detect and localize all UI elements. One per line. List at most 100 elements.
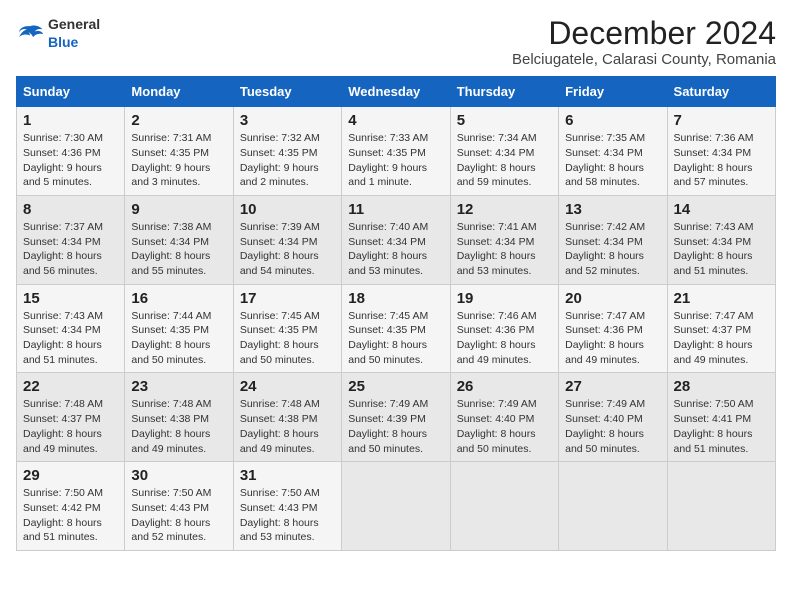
day-number: 5	[457, 112, 552, 129]
day-number: 6	[565, 112, 660, 129]
day-info: Sunrise: 7:38 AM Sunset: 4:34 PM Dayligh…	[131, 220, 226, 279]
day-info: Sunrise: 7:30 AM Sunset: 4:36 PM Dayligh…	[23, 131, 118, 190]
day-number: 17	[240, 290, 335, 307]
header-cell-monday: Monday	[125, 77, 233, 107]
day-number: 2	[131, 112, 226, 129]
calendar-cell: 21Sunrise: 7:47 AM Sunset: 4:37 PM Dayli…	[667, 284, 775, 373]
day-info: Sunrise: 7:37 AM Sunset: 4:34 PM Dayligh…	[23, 220, 118, 279]
calendar-cell: 20 Sunrise: 7:47 AM Sunset: 4:36 PM Dayli…	[559, 284, 667, 373]
calendar-cell: 28 Sunrise: 7:50 AM Sunset: 4:41 PM Dayli…	[667, 373, 775, 462]
calendar-cell	[559, 462, 667, 551]
day-number: 7	[674, 112, 769, 129]
day-info: Sunrise: 7:46 AM Sunset: 4:36 PM Dayligh…	[457, 309, 552, 368]
day-info: Sunrise: 7:50 AM Sunset: 4:42 PM Dayligh…	[23, 486, 118, 545]
header-cell-thursday: Thursday	[450, 77, 558, 107]
day-info: Sunrise: 7:50 AM Sunset: 4:43 PM Dayligh…	[131, 486, 226, 545]
day-number: 15	[23, 290, 118, 307]
day-info: Sunrise: 7:49 AM Sunset: 4:40 PM Dayligh…	[457, 397, 552, 456]
calendar-cell: 22Sunrise: 7:48 AM Sunset: 4:37 PM Dayli…	[17, 373, 125, 462]
day-number: 29	[23, 467, 118, 484]
logo-blue: Blue	[48, 34, 78, 50]
day-number: 1	[23, 112, 118, 129]
calendar-header: SundayMondayTuesdayWednesdayThursdayFrid…	[17, 77, 776, 107]
day-info: Sunrise: 7:47 AM Sunset: 4:36 PM Dayligh…	[565, 309, 660, 368]
day-info: Sunrise: 7:36 AM Sunset: 4:34 PM Dayligh…	[674, 131, 769, 190]
day-info: Sunrise: 7:40 AM Sunset: 4:34 PM Dayligh…	[348, 220, 443, 279]
day-number: 9	[131, 201, 226, 218]
calendar-cell: 7 Sunrise: 7:36 AM Sunset: 4:34 PM Daylig…	[667, 107, 775, 196]
calendar-cell: 14 Sunrise: 7:43 AM Sunset: 4:34 PM Dayli…	[667, 195, 775, 284]
day-info: Sunrise: 7:45 AM Sunset: 4:35 PM Dayligh…	[348, 309, 443, 368]
header-cell-wednesday: Wednesday	[342, 77, 450, 107]
calendar-cell: 3 Sunrise: 7:32 AM Sunset: 4:35 PM Daylig…	[233, 107, 341, 196]
day-number: 21	[674, 290, 769, 307]
day-info: Sunrise: 7:45 AM Sunset: 4:35 PM Dayligh…	[240, 309, 335, 368]
calendar-cell: 5 Sunrise: 7:34 AM Sunset: 4:34 PM Daylig…	[450, 107, 558, 196]
day-number: 3	[240, 112, 335, 129]
page-title: December 2024	[512, 16, 776, 51]
day-number: 13	[565, 201, 660, 218]
day-number: 25	[348, 378, 443, 395]
calendar-table: SundayMondayTuesdayWednesdayThursdayFrid…	[16, 76, 776, 551]
calendar-cell: 9 Sunrise: 7:38 AM Sunset: 4:34 PM Daylig…	[125, 195, 233, 284]
calendar-cell: 31Sunrise: 7:50 AM Sunset: 4:43 PM Dayli…	[233, 462, 341, 551]
logo-bird-icon	[16, 23, 44, 45]
day-number: 14	[674, 201, 769, 218]
calendar-cell: 27Sunrise: 7:49 AM Sunset: 4:40 PM Dayli…	[559, 373, 667, 462]
calendar-cell	[450, 462, 558, 551]
day-info: Sunrise: 7:34 AM Sunset: 4:34 PM Dayligh…	[457, 131, 552, 190]
calendar-cell: 16 Sunrise: 7:44 AM Sunset: 4:35 PM Dayli…	[125, 284, 233, 373]
calendar-cell: 11 Sunrise: 7:40 AM Sunset: 4:34 PM Dayli…	[342, 195, 450, 284]
calendar-cell: 10 Sunrise: 7:39 AM Sunset: 4:34 PM Dayli…	[233, 195, 341, 284]
logo-general: General	[48, 16, 100, 32]
day-number: 4	[348, 112, 443, 129]
page-subtitle: Belciugatele, Calarasi County, Romania	[512, 51, 776, 68]
day-number: 28	[674, 378, 769, 395]
week-row-5: 29 Sunrise: 7:50 AM Sunset: 4:42 PM Dayli…	[17, 462, 776, 551]
day-info: Sunrise: 7:50 AM Sunset: 4:43 PM Dayligh…	[240, 486, 335, 545]
day-info: Sunrise: 7:33 AM Sunset: 4:35 PM Dayligh…	[348, 131, 443, 190]
day-number: 18	[348, 290, 443, 307]
logo: General Blue	[16, 16, 100, 52]
day-info: Sunrise: 7:35 AM Sunset: 4:34 PM Dayligh…	[565, 131, 660, 190]
calendar-cell: 1 Sunrise: 7:30 AM Sunset: 4:36 PM Daylig…	[17, 107, 125, 196]
day-info: Sunrise: 7:39 AM Sunset: 4:34 PM Dayligh…	[240, 220, 335, 279]
day-number: 16	[131, 290, 226, 307]
header-cell-friday: Friday	[559, 77, 667, 107]
calendar-cell: 29 Sunrise: 7:50 AM Sunset: 4:42 PM Dayli…	[17, 462, 125, 551]
week-row-3: 15Sunrise: 7:43 AM Sunset: 4:34 PM Dayli…	[17, 284, 776, 373]
day-info: Sunrise: 7:48 AM Sunset: 4:38 PM Dayligh…	[131, 397, 226, 456]
day-number: 11	[348, 201, 443, 218]
calendar-cell: 25Sunrise: 7:49 AM Sunset: 4:39 PM Dayli…	[342, 373, 450, 462]
calendar-body: 1 Sunrise: 7:30 AM Sunset: 4:36 PM Daylig…	[17, 107, 776, 551]
day-info: Sunrise: 7:41 AM Sunset: 4:34 PM Dayligh…	[457, 220, 552, 279]
day-number: 27	[565, 378, 660, 395]
calendar-cell: 6 Sunrise: 7:35 AM Sunset: 4:34 PM Daylig…	[559, 107, 667, 196]
day-number: 19	[457, 290, 552, 307]
day-info: Sunrise: 7:32 AM Sunset: 4:35 PM Dayligh…	[240, 131, 335, 190]
day-info: Sunrise: 7:48 AM Sunset: 4:38 PM Dayligh…	[240, 397, 335, 456]
day-info: Sunrise: 7:43 AM Sunset: 4:34 PM Dayligh…	[674, 220, 769, 279]
calendar-cell: 2Sunrise: 7:31 AM Sunset: 4:35 PM Daylig…	[125, 107, 233, 196]
day-number: 24	[240, 378, 335, 395]
day-number: 30	[131, 467, 226, 484]
calendar-cell	[342, 462, 450, 551]
day-number: 20	[565, 290, 660, 307]
day-number: 8	[23, 201, 118, 218]
day-info: Sunrise: 7:44 AM Sunset: 4:35 PM Dayligh…	[131, 309, 226, 368]
calendar-cell: 24 Sunrise: 7:48 AM Sunset: 4:38 PM Dayli…	[233, 373, 341, 462]
calendar-cell: 30 Sunrise: 7:50 AM Sunset: 4:43 PM Dayli…	[125, 462, 233, 551]
week-row-1: 1 Sunrise: 7:30 AM Sunset: 4:36 PM Daylig…	[17, 107, 776, 196]
day-number: 26	[457, 378, 552, 395]
week-row-4: 22Sunrise: 7:48 AM Sunset: 4:37 PM Dayli…	[17, 373, 776, 462]
calendar-cell: 12Sunrise: 7:41 AM Sunset: 4:34 PM Dayli…	[450, 195, 558, 284]
calendar-cell: 19 Sunrise: 7:46 AM Sunset: 4:36 PM Dayli…	[450, 284, 558, 373]
page-header: General Blue December 2024 Belciugatele,…	[16, 16, 776, 68]
day-number: 10	[240, 201, 335, 218]
calendar-cell: 18 Sunrise: 7:45 AM Sunset: 4:35 PM Dayli…	[342, 284, 450, 373]
day-info: Sunrise: 7:50 AM Sunset: 4:41 PM Dayligh…	[674, 397, 769, 456]
calendar-cell: 13Sunrise: 7:42 AM Sunset: 4:34 PM Dayli…	[559, 195, 667, 284]
calendar-cell	[667, 462, 775, 551]
calendar-cell: 4 Sunrise: 7:33 AM Sunset: 4:35 PM Daylig…	[342, 107, 450, 196]
header-row: SundayMondayTuesdayWednesdayThursdayFrid…	[17, 77, 776, 107]
